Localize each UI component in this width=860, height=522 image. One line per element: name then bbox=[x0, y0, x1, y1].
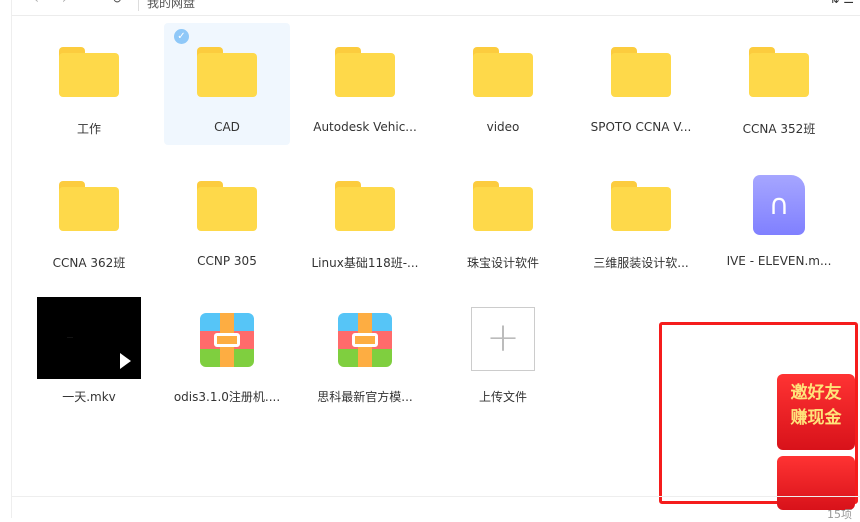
promo-banner-2[interactable] bbox=[777, 456, 855, 510]
folder-icon bbox=[59, 47, 119, 97]
file-name: 上传文件 bbox=[478, 390, 527, 404]
refresh-icon[interactable]: ↻ bbox=[112, 0, 122, 6]
file-name: 思科最新官方模... bbox=[317, 390, 413, 404]
file-item[interactable]: 三维服装设计软... bbox=[578, 157, 704, 279]
file-name: SPOTO CCNA V... bbox=[590, 120, 692, 134]
back-button[interactable]: ‹ bbox=[34, 0, 39, 6]
video-thumbnail: ...... bbox=[37, 297, 141, 379]
file-item[interactable]: odis3.1.0注册机.... bbox=[164, 291, 290, 413]
file-item[interactable]: video bbox=[440, 23, 566, 145]
folder-icon bbox=[473, 47, 533, 97]
check-icon[interactable]: ✓ bbox=[174, 29, 189, 44]
sidebar-divider bbox=[11, 0, 12, 518]
folder-icon bbox=[611, 47, 671, 97]
forward-button[interactable]: › bbox=[62, 0, 67, 6]
plus-icon: + bbox=[471, 307, 535, 371]
folder-icon bbox=[59, 181, 119, 231]
toolbar: ‹ › ↻ 我的网盘 ⇅ ☰ bbox=[12, 0, 860, 16]
archive-icon bbox=[200, 313, 254, 367]
folder-icon bbox=[335, 47, 395, 97]
file-name: video bbox=[486, 120, 520, 134]
file-name: 工作 bbox=[76, 122, 101, 136]
file-name: Autodesk Vehic... bbox=[313, 120, 417, 134]
file-item[interactable]: ...... 一天.mkv bbox=[26, 291, 152, 413]
file-item[interactable]: Autodesk Vehic... bbox=[302, 23, 428, 145]
status-divider bbox=[12, 496, 860, 497]
file-item[interactable]: CCNA 362班 bbox=[26, 157, 152, 279]
file-item[interactable]: ✓ CAD bbox=[164, 23, 290, 145]
file-name: CCNP 305 bbox=[197, 254, 257, 268]
file-name: CCNA 362班 bbox=[52, 256, 126, 270]
item-count: 15项 bbox=[827, 508, 852, 521]
file-name: 一天.mkv bbox=[62, 390, 116, 404]
play-icon bbox=[120, 353, 131, 369]
file-name: 珠宝设计软件 bbox=[466, 256, 539, 270]
folder-icon bbox=[749, 47, 809, 97]
file-name: 三维服装设计软... bbox=[593, 256, 689, 270]
file-item[interactable]: ∩ IVE - ELEVEN.m... bbox=[716, 157, 842, 279]
sort-view-icon[interactable]: ⇅ ☰ bbox=[829, 0, 854, 6]
file-item[interactable]: SPOTO CCNA V... bbox=[578, 23, 704, 145]
file-item[interactable]: 工作 bbox=[26, 23, 152, 145]
file-item[interactable]: CCNP 305 bbox=[164, 157, 290, 279]
folder-icon bbox=[335, 181, 395, 231]
file-item[interactable]: 思科最新官方模... bbox=[302, 291, 428, 413]
folder-icon bbox=[197, 181, 257, 231]
headphones-icon: ∩ bbox=[753, 175, 805, 235]
file-item[interactable]: 珠宝设计软件 bbox=[440, 157, 566, 279]
file-name: CAD bbox=[214, 120, 240, 134]
archive-icon bbox=[338, 313, 392, 367]
folder-icon bbox=[473, 181, 533, 231]
file-name: odis3.1.0注册机.... bbox=[173, 390, 281, 404]
file-item[interactable]: CCNA 352班 bbox=[716, 23, 842, 145]
invite-promo-banner[interactable]: 邀好友 赚现金 bbox=[777, 374, 855, 450]
folder-icon bbox=[611, 181, 671, 231]
promo-line1: 邀好友 bbox=[790, 383, 842, 403]
file-name: CCNA 352班 bbox=[742, 122, 816, 136]
file-name: IVE - ELEVEN.m... bbox=[726, 254, 832, 268]
file-item[interactable]: Linux基础118班-... bbox=[302, 157, 428, 279]
promo-line2: 赚现金 bbox=[790, 408, 842, 428]
upload-file-button[interactable]: + 上传文件 bbox=[440, 291, 566, 413]
folder-icon bbox=[197, 47, 257, 97]
file-name: Linux基础118班-... bbox=[311, 256, 419, 270]
breadcrumb[interactable]: 我的网盘 bbox=[138, 0, 195, 11]
